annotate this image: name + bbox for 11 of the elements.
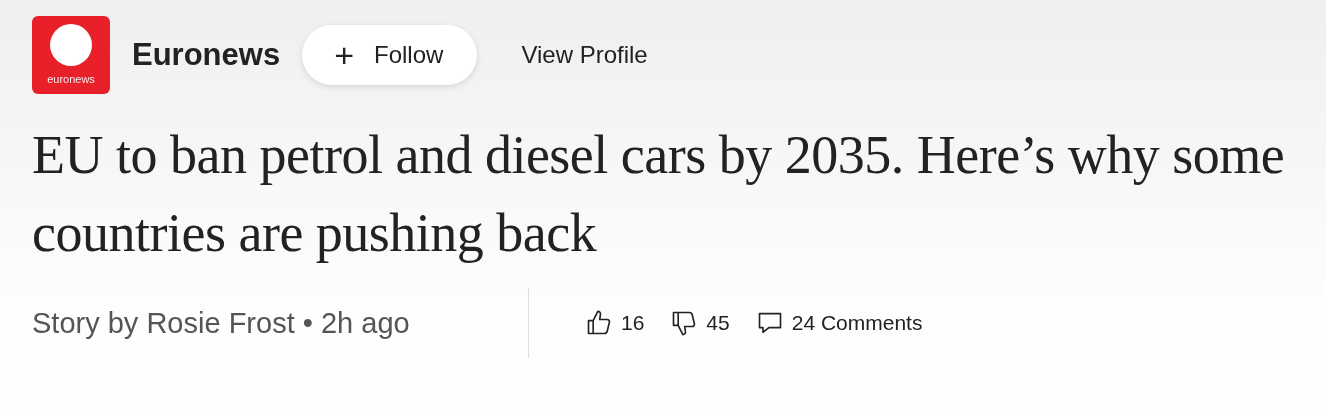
publisher-name: Euronews: [132, 37, 281, 73]
reaction-count: 16: [621, 311, 645, 335]
follow-button[interactable]: + Follow: [302, 25, 478, 85]
publisher-logo[interactable]: euronews: [32, 16, 110, 94]
thumbs-up-icon[interactable]: [585, 309, 613, 337]
comment-count: 24 Comments: [791, 311, 923, 335]
logo-text: euronews: [47, 73, 95, 85]
headline: EU to ban petrol and diesel cars by 2035. Here’s why some countries are pushing back: [32, 124, 1286, 265]
view-profile-link[interactable]: View Profile: [521, 41, 648, 69]
reaction-count: 45: [706, 311, 730, 335]
byline: Story by Rosie Frost • 2h ago: [32, 306, 411, 340]
